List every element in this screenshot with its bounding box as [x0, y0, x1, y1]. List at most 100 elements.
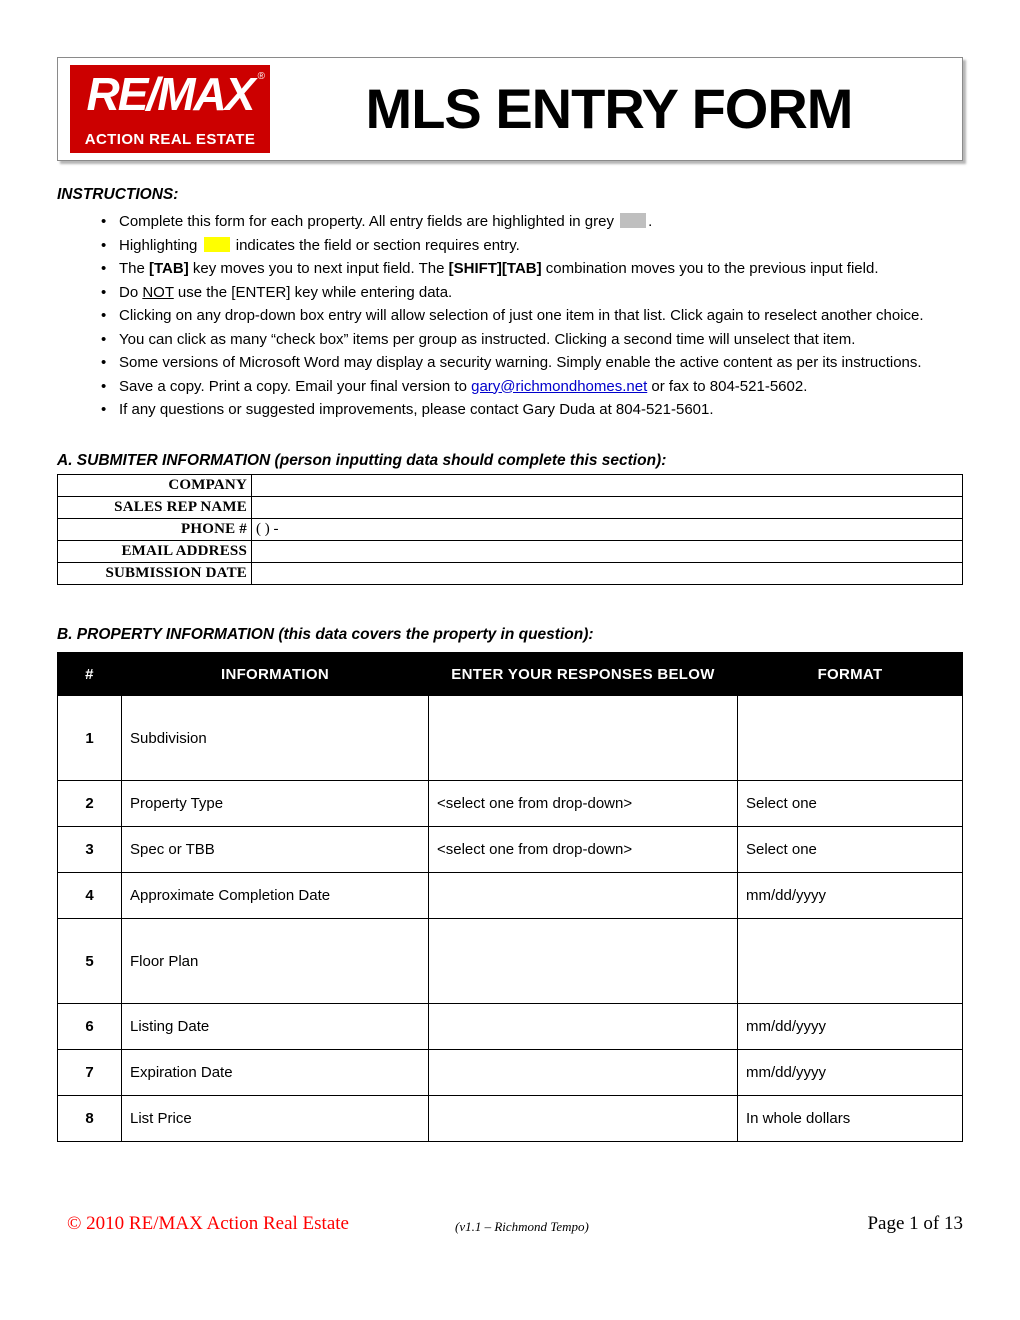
row-response-dropdown[interactable]: <select one from drop-down> [428, 780, 738, 827]
remax-logo-wordmark: RE/MAX [86, 68, 256, 120]
bullet-icon: • [101, 377, 107, 395]
row-number: 8 [57, 1095, 122, 1142]
row-number: 4 [57, 872, 122, 919]
table-row: 7 Expiration Date mm/dd/yyyy [57, 1049, 963, 1096]
page-title: MLS ENTRY FORM [365, 77, 854, 140]
submitter-field-label: SUBMISSION DATE [57, 562, 252, 585]
submitter-field-label: SALES REP NAME [57, 496, 252, 519]
row-format-hint [737, 695, 963, 781]
column-header-format: FORMAT [737, 652, 963, 696]
page-footer: © 2010 RE/MAX Action Real Estate (v1.1 –… [57, 1212, 963, 1242]
bullet-icon: • [101, 307, 107, 324]
table-row: EMAIL ADDRESS [57, 540, 963, 563]
row-number: 6 [57, 1003, 122, 1050]
submitter-field-label: COMPANY [57, 474, 252, 497]
yellow-highlight-swatch [203, 236, 230, 252]
table-row: 5 Floor Plan [57, 918, 963, 1004]
table-row: 4 Approximate Completion Date mm/dd/yyyy [57, 872, 963, 919]
instruction-text: indicates the field or section requires … [231, 236, 520, 254]
submitter-field-input[interactable] [251, 562, 963, 585]
bullet-icon: • [101, 260, 107, 277]
instructions-list: • Complete this form for each property. A… [57, 210, 963, 422]
submitter-information-table: COMPANY SALES REP NAME PHONE #( ) - EMAIL A… [57, 474, 963, 585]
submitter-field-input[interactable] [251, 496, 963, 519]
remax-logo-tagline: ACTION REAL ESTATE [84, 131, 256, 148]
submitter-field-label: PHONE # [57, 518, 252, 541]
bullet-icon: • [101, 401, 107, 418]
emphasis-underline: NOT [142, 283, 174, 301]
row-response-input[interactable] [428, 918, 738, 1004]
property-information-table: # INFORMATION ENTER YOUR RESPONSES BELOW… [57, 652, 963, 1142]
row-response-dropdown[interactable]: <select one from drop-down> [428, 826, 738, 873]
row-information-label: List Price [121, 1095, 429, 1142]
submitter-field-input[interactable]: ( ) - [251, 518, 963, 541]
table-header-row: # INFORMATION ENTER YOUR RESPONSES BELOW… [57, 652, 963, 696]
footer-page-number: Page 1 of 13 [867, 1213, 963, 1234]
registered-trademark-icon: ® [257, 71, 265, 82]
row-number: 2 [57, 780, 122, 827]
bullet-icon: • [101, 330, 107, 348]
table-row: SUBMISSION DATE [57, 562, 963, 585]
table-row: 6 Listing Date mm/dd/yyyy [57, 1003, 963, 1050]
instructions-heading: INSTRUCTIONS: [57, 186, 179, 203]
instruction-text: The [119, 260, 150, 277]
instruction-item-grey-fields: • Complete this form for each property. A… [57, 210, 963, 234]
row-information-label: Floor Plan [121, 918, 429, 1004]
row-number: 3 [57, 826, 122, 873]
instruction-text: key moves you to next input field. The [188, 260, 449, 277]
table-row: 3 Spec or TBB <select one from drop-down> S… [57, 826, 963, 873]
table-row: 1 Subdivision [57, 695, 963, 781]
instruction-text: . [648, 213, 653, 230]
document-page: RE/MAX ® ACTION REAL ESTATE MLS ENTRY FO… [0, 0, 1020, 1320]
row-information-label: Listing Date [121, 1003, 429, 1050]
instruction-text: Highlighting [119, 236, 202, 254]
row-response-input[interactable] [428, 695, 738, 781]
instruction-item-security-warning: • Some versions of Microsoft Word may dis… [57, 351, 963, 375]
document-header-banner: RE/MAX ® ACTION REAL ESTATE MLS ENTRY FO… [57, 57, 963, 161]
instruction-item-checkbox: • You can click as many “check box” items… [57, 328, 963, 352]
row-number: 7 [57, 1049, 122, 1096]
section-a-heading: A. SUBMITER INFORMATION (person inputtin… [57, 452, 667, 469]
instruction-item-questions: • If any questions or suggested improveme… [57, 398, 963, 422]
row-format-hint: mm/dd/yyyy [737, 1003, 963, 1050]
submitter-field-label: EMAIL ADDRESS [57, 540, 252, 563]
footer-copyright: © 2010 RE/MAX Action Real Estate [67, 1213, 349, 1234]
bullet-icon: • [101, 283, 107, 301]
row-response-input[interactable] [428, 1095, 738, 1142]
bullet-icon: • [101, 236, 107, 254]
instruction-item-tab-key: • The [TAB] key moves you to next input f… [57, 257, 963, 281]
row-response-input[interactable] [428, 1049, 738, 1096]
instruction-item-yellow-required: • Highlighting indicates the field or sec… [57, 234, 963, 258]
row-response-input[interactable] [428, 1003, 738, 1050]
instruction-text: combination moves you to the previous in… [541, 260, 879, 277]
row-format-hint: mm/dd/yyyy [737, 872, 963, 919]
instruction-text: You can click as many “check box” items … [119, 330, 856, 348]
bullet-icon: • [101, 354, 107, 371]
row-format-hint: Select one [737, 826, 963, 873]
emphasis-bold: [TAB] [149, 260, 189, 277]
footer-version: (v1.1 – Richmond Tempo) [455, 1219, 589, 1234]
emphasis-bold: [SHIFT][TAB] [448, 260, 542, 277]
instruction-text: Do [119, 283, 143, 301]
instruction-item-save-email: • Save a copy. Print a copy. Email your f… [57, 375, 963, 399]
bullet-icon: • [101, 213, 107, 230]
column-header-responses: ENTER YOUR RESPONSES BELOW [428, 652, 738, 696]
row-information-label: Property Type [121, 780, 429, 827]
email-link[interactable]: gary@richmondhomes.net [471, 378, 647, 395]
instruction-text: Save a copy. Print a copy. Email your fi… [119, 377, 472, 395]
submitter-field-input[interactable] [251, 474, 963, 497]
grey-highlight-swatch [620, 213, 647, 228]
section-b-heading: B. PROPERTY INFORMATION (this data cover… [57, 626, 594, 643]
column-header-number: # [57, 652, 122, 696]
remax-logo: RE/MAX ® ACTION REAL ESTATE [70, 65, 270, 153]
row-number: 1 [57, 695, 122, 781]
column-header-information: INFORMATION [121, 652, 429, 696]
row-format-hint: Select one [737, 780, 963, 827]
instruction-text: Some versions of Microsoft Word may disp… [119, 354, 922, 371]
instruction-text: If any questions or suggested improvemen… [119, 401, 714, 418]
submitter-field-input[interactable] [251, 540, 963, 563]
row-information-label: Subdivision [121, 695, 429, 781]
row-response-input[interactable] [428, 872, 738, 919]
row-format-hint: In whole dollars [737, 1095, 963, 1142]
row-number: 5 [57, 918, 122, 1004]
